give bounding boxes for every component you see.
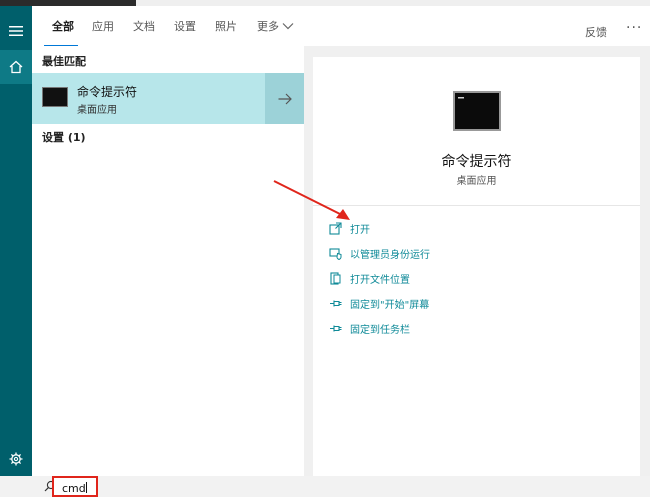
tab-more-label: 更多 xyxy=(257,20,279,33)
pin-icon xyxy=(329,297,342,310)
detail-subtitle: 桌面应用 xyxy=(456,176,497,187)
chevron-down-icon xyxy=(282,23,294,30)
prompt-cursor-icon xyxy=(458,97,464,99)
command-prompt-large-icon xyxy=(453,91,501,131)
tab-more[interactable]: 更多 xyxy=(257,18,294,34)
action-open-file-location-label: 打开文件位置 xyxy=(350,274,410,286)
settings-button[interactable] xyxy=(0,442,32,476)
best-match-item: 命令提示符 桌面应用 xyxy=(32,73,304,124)
action-run-as-admin[interactable]: 以管理员身份运行 xyxy=(329,244,430,262)
arrow-right-icon xyxy=(278,93,292,104)
results-panel: 最佳匹配 命令提示符 桌面应用 设置 (1) xyxy=(32,46,304,476)
gear-icon xyxy=(9,452,23,466)
home-button[interactable] xyxy=(0,50,32,84)
tab-apps[interactable]: 应用 xyxy=(92,18,114,34)
search-input-text: cmd xyxy=(62,482,86,495)
hamburger-icon xyxy=(9,26,23,36)
tab-bar: 全部 应用 文档 设置 照片 更多 反馈 ··· xyxy=(32,6,650,49)
search-input[interactable]: cmd xyxy=(52,476,98,497)
shield-icon xyxy=(329,247,342,260)
hamburger-menu-button[interactable] xyxy=(0,14,32,48)
best-match-name: 命令提示符 xyxy=(77,85,138,99)
detail-panel: 命令提示符 桌面应用 打开 以管理员身份运行 打开文件位置 固定到"开始"屏幕 … xyxy=(313,57,640,476)
action-open-label: 打开 xyxy=(350,224,370,236)
left-rail xyxy=(0,6,32,476)
detail-divider xyxy=(313,205,640,206)
text-cursor xyxy=(85,482,87,493)
home-icon xyxy=(9,60,23,74)
command-prompt-icon xyxy=(42,87,68,107)
search-bar: cmd xyxy=(0,476,650,497)
action-open-file-location[interactable]: 打开文件位置 xyxy=(329,269,410,287)
action-run-as-admin-label: 以管理员身份运行 xyxy=(350,249,430,261)
pin-icon xyxy=(329,322,342,335)
settings-section-heading[interactable]: 设置 (1) xyxy=(42,129,86,145)
tab-photos[interactable]: 照片 xyxy=(215,18,237,34)
tab-all[interactable]: 全部 xyxy=(52,18,74,34)
tab-documents[interactable]: 文档 xyxy=(133,18,155,34)
action-pin-to-start[interactable]: 固定到"开始"屏幕 xyxy=(329,294,429,312)
more-options-button[interactable]: ··· xyxy=(626,20,642,36)
action-open[interactable]: 打开 xyxy=(329,219,370,237)
file-location-icon xyxy=(329,271,342,285)
action-pin-to-taskbar-label: 固定到任务栏 xyxy=(350,324,410,336)
best-match-open[interactable]: 命令提示符 桌面应用 xyxy=(32,73,265,124)
expand-details-button[interactable] xyxy=(265,73,304,124)
best-match-heading: 最佳匹配 xyxy=(42,55,86,68)
detail-title: 命令提示符 xyxy=(441,154,512,170)
feedback-link[interactable]: 反馈 xyxy=(585,24,607,40)
best-match-subtitle: 桌面应用 xyxy=(77,105,117,116)
open-icon xyxy=(329,221,342,235)
tab-settings[interactable]: 设置 xyxy=(174,18,196,34)
action-pin-to-taskbar[interactable]: 固定到任务栏 xyxy=(329,319,410,337)
action-pin-to-start-label: 固定到"开始"屏幕 xyxy=(350,299,430,311)
